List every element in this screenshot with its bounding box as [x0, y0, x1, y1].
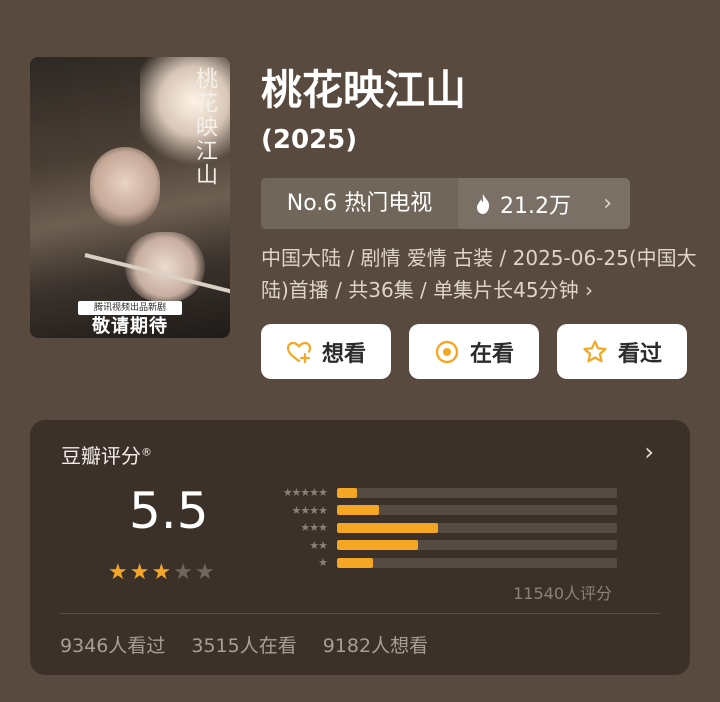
star-icon: ★ [173, 560, 193, 585]
rating-bar-fill [337, 557, 374, 568]
rating-bar-stars: ★★★★★ [282, 486, 328, 500]
action-buttons: 想看 在看 看过 [261, 324, 687, 379]
rating-card[interactable]: 豆瓣评分® › 5.5 ★ ★ ★ ★ ★ ★★★★★ ★★★★ ★★★ ★★ ★ 11540人… [30, 420, 690, 675]
want-count[interactable]: 9182人想看 [323, 631, 428, 658]
watched-button[interactable]: 看过 [557, 324, 687, 379]
rating-bar-track [337, 540, 617, 551]
rating-bar-track [337, 487, 617, 498]
rating-bar-track [337, 557, 617, 568]
star-icon: ★ [194, 560, 215, 585]
flame-icon [477, 193, 490, 214]
watch-stats: 9346人看过 3515人在看 9182人想看 [60, 631, 428, 658]
rating-bar-stars: ★★★ [300, 521, 328, 535]
rating-distribution: ★★★★★ ★★★★ ★★★ ★★ ★ [252, 484, 617, 572]
poster-image[interactable]: 桃花映江山 腾讯视频出品新剧 敬请期待 [30, 57, 230, 338]
poster-calligraphy-title: 桃花映江山 [192, 67, 217, 187]
rating-bar-stars: ★★ [309, 538, 328, 552]
rank-label: No.6 热门电视 [261, 178, 458, 229]
registered-mark: ® [141, 445, 152, 459]
star-icon: ★ [108, 560, 128, 585]
want-button-label: 想看 [321, 341, 366, 367]
divider [60, 613, 660, 614]
poster-figure-male [90, 147, 160, 227]
rating-stars: ★ ★ ★ ★ ★ [108, 560, 215, 585]
heat-value: 21.2万 [500, 193, 571, 219]
rating-bar-fill [337, 487, 357, 498]
rating-header: 豆瓣评分® [61, 444, 152, 468]
rank-badge[interactable]: No.6 热门电视 21.2万 › [261, 178, 630, 229]
watched-count[interactable]: 9346人看过 [60, 631, 165, 658]
star-icon: ★ [151, 560, 172, 585]
show-year: (2025) [261, 125, 358, 155]
watching-count[interactable]: 3515人在看 [191, 631, 296, 658]
rating-bar-row: ★★★ [252, 519, 617, 537]
star-icon: ★ [129, 560, 150, 585]
watched-button-label: 看过 [617, 341, 662, 367]
rating-bar-stars: ★ [318, 556, 328, 570]
rating-score: 5.5 [129, 482, 209, 540]
chevron-right-icon[interactable]: › [644, 438, 654, 466]
rating-bar-row: ★ [252, 554, 617, 572]
heat-section[interactable]: 21.2万 › [458, 178, 630, 229]
rating-bar-row: ★★ [252, 537, 617, 555]
rating-bar-fill [337, 540, 419, 551]
chevron-right-icon: › [603, 191, 612, 216]
rating-bar-row: ★★★★★ [252, 484, 617, 502]
target-icon [435, 340, 459, 363]
rating-bar-stars: ★★★★ [291, 503, 328, 517]
watching-button[interactable]: 在看 [409, 324, 539, 379]
want-button[interactable]: 想看 [261, 324, 391, 379]
watching-button-label: 在看 [469, 341, 514, 367]
star-outline-icon [583, 339, 607, 362]
show-title: 桃花映江山 [261, 66, 466, 114]
rating-bar-track [337, 522, 617, 533]
rating-count: 11540人评分 [513, 584, 612, 603]
rating-bar-track [337, 505, 617, 516]
heart-plus-icon [286, 341, 312, 363]
rating-bar-row: ★★★★ [252, 502, 617, 520]
show-meta[interactable]: 中国大陆 / 剧情 爱情 古装 / 2025-06-25(中国大陆)首播 / 共… [261, 242, 701, 306]
poster-banner: 敬请期待 [92, 316, 168, 337]
poster-tag: 腾讯视频出品新剧 [78, 301, 182, 315]
rating-bar-fill [337, 505, 379, 516]
rating-bar-fill [337, 522, 438, 533]
